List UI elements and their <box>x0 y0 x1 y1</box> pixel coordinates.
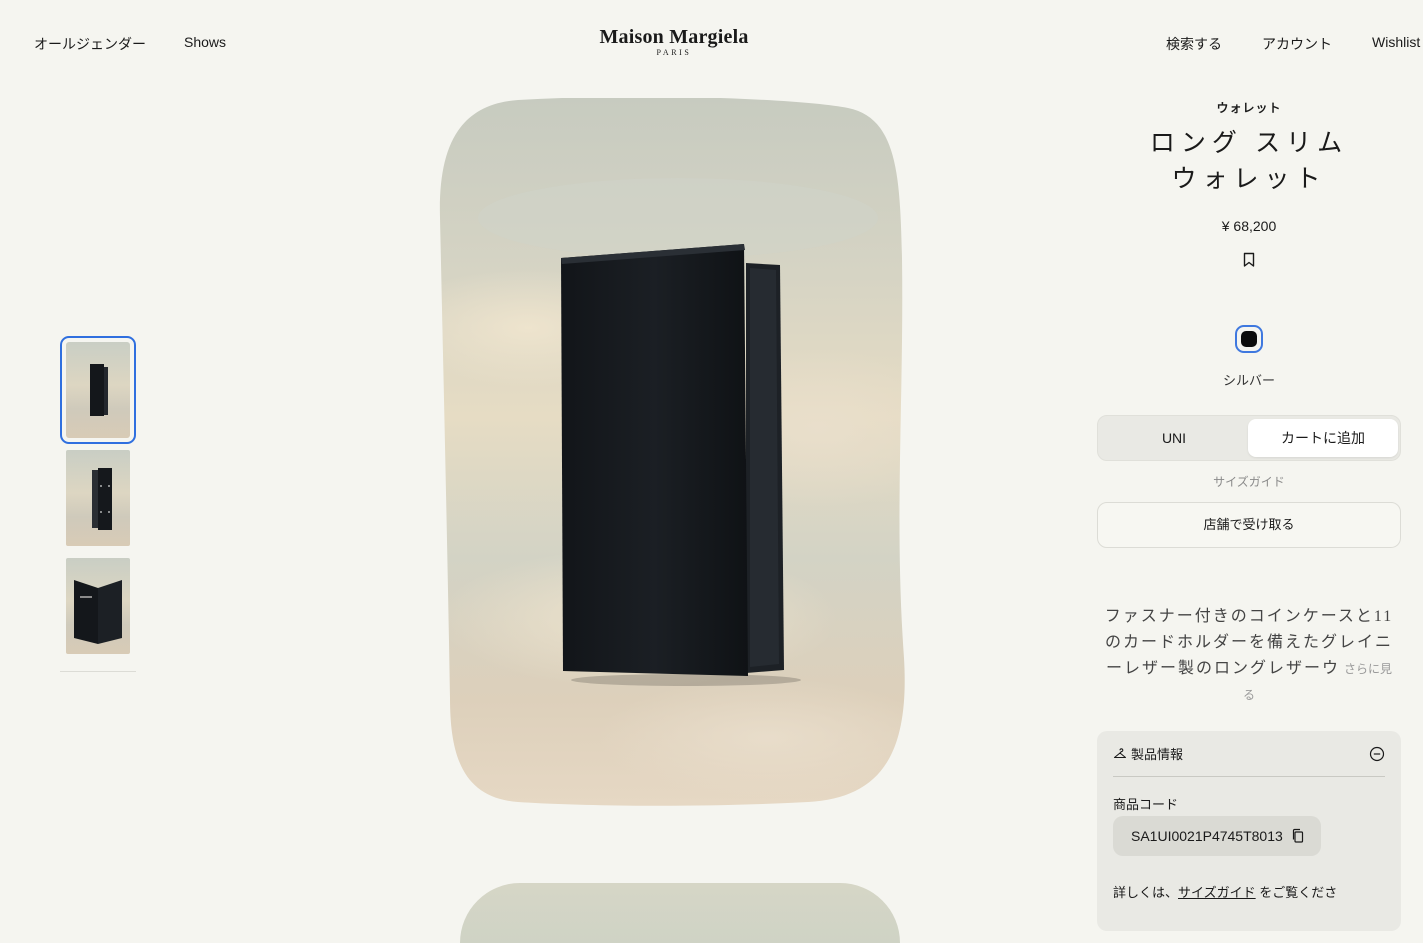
thumbnail-front[interactable] <box>60 336 136 444</box>
size-and-cart-bar: UNI カートに追加 <box>1097 415 1401 461</box>
thumbnail-divider <box>60 671 136 672</box>
product-panel: ウォレット ロング スリム ウォレット ¥ 68,200 シルバー UNI カー… <box>1097 96 1401 708</box>
product-title-line-1: ロング スリム <box>1149 130 1349 157</box>
product-description: ファスナー付きのコインケースと11のカードホルダーを備えたグレイニーレザー製のロ… <box>1097 604 1401 708</box>
product-secondary-image <box>460 883 900 943</box>
product-title-line-2: ウォレット <box>1171 166 1327 193</box>
brand-logo[interactable]: Maison Margiela PARIS <box>560 26 788 58</box>
product-main-image <box>439 98 905 806</box>
nav-shows[interactable]: Shows <box>184 34 226 50</box>
detail-suffix: をご覧くださ <box>1259 885 1338 900</box>
thumbnail-list <box>60 336 136 666</box>
hanger-icon <box>1113 747 1127 758</box>
product-code: SA1UI0021P4745T8013 <box>1131 828 1283 844</box>
nav-search[interactable]: 検索する <box>1166 34 1222 54</box>
nav-all-gender[interactable]: オールジェンダー <box>34 34 146 54</box>
size-guide-link[interactable]: サイズガイド <box>1097 473 1401 490</box>
product-title: ロング スリム ウォレット <box>1097 126 1401 198</box>
color-swatch-fill <box>1241 331 1257 347</box>
product-info-title: 製品情報 <box>1131 747 1184 762</box>
product-price: ¥ 68,200 <box>1221 218 1277 234</box>
color-name: シルバー <box>1222 373 1275 388</box>
bookmark-icon[interactable] <box>1242 252 1256 268</box>
product-code-chip[interactable]: SA1UI0021P4745T8013 <box>1113 816 1321 856</box>
thumbnail-back[interactable] <box>66 450 130 546</box>
size-guide-note: 詳しくは、サイズガイド をご覧くださ <box>1113 882 1385 901</box>
store-pickup-button[interactable]: 店舗で受け取る <box>1097 502 1401 548</box>
size-option-uni[interactable]: UNI <box>1100 430 1248 446</box>
collapse-icon[interactable] <box>1369 746 1385 762</box>
thumbnail-open[interactable] <box>66 558 130 654</box>
detail-prefix: 詳しくは、 <box>1113 885 1179 900</box>
color-swatch[interactable] <box>1235 325 1263 353</box>
nav-wishlist[interactable]: Wishlist <box>1372 34 1420 50</box>
logo-sub: PARIS <box>656 48 692 57</box>
copy-icon[interactable] <box>1291 828 1305 844</box>
add-to-cart-button[interactable]: カートに追加 <box>1248 419 1398 457</box>
wallet-back-image <box>92 468 112 530</box>
size-guide-inline-link[interactable]: サイズガイド <box>1178 885 1256 900</box>
product-category: ウォレット <box>1216 101 1282 115</box>
product-info-accordion: 製品情報 商品コード SA1UI0021P4745T8013 詳しくは、サイズガ… <box>1097 731 1401 931</box>
wallet-open-image <box>74 580 122 644</box>
product-code-label: 商品コード <box>1113 797 1179 812</box>
nav-account[interactable]: アカウント <box>1262 34 1332 54</box>
wallet-front-image <box>90 364 108 416</box>
logo-name: Maison Margiela <box>599 26 749 48</box>
product-info-header[interactable]: 製品情報 <box>1113 731 1385 777</box>
